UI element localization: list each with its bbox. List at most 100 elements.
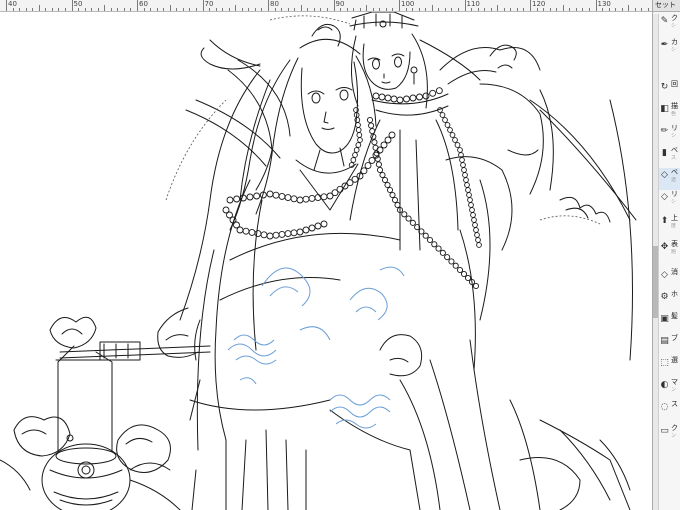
tool-label: ブ — [671, 334, 678, 342]
ruler-tick — [346, 8, 348, 11]
tool-item[interactable]: ◐ マン — [659, 378, 680, 400]
tool-item[interactable]: ⚙ ホ — [659, 290, 680, 312]
tool-item[interactable]: ▭ クン — [659, 424, 680, 446]
select-icon: ⬚ — [660, 358, 669, 368]
ruler-label: 130 — [597, 0, 611, 8]
ruler-tick — [150, 8, 152, 11]
ruler-tick — [379, 8, 381, 11]
ruler-label: 100 — [401, 0, 415, 8]
eraser-icon: ◇ — [661, 192, 668, 202]
ruler-tick — [51, 8, 53, 11]
tool-item[interactable]: ▣ 髪 — [659, 312, 680, 334]
ruler-tick — [359, 8, 361, 11]
tool-label: 描 — [671, 102, 678, 110]
tool-item[interactable]: ▤ ブ — [659, 334, 680, 356]
ruler-tick — [431, 5, 433, 11]
ruler-tick — [25, 8, 27, 11]
ruler-tick — [169, 5, 171, 11]
pencil-icon: ✏ — [660, 126, 669, 136]
tool-item[interactable]: ◌ ス — [659, 400, 680, 422]
tool-item[interactable]: ⬚ 選 — [659, 356, 680, 378]
tool-item[interactable]: ◧ 描色 — [659, 102, 680, 124]
ruler-label: 60 — [139, 0, 148, 8]
ruler-tick — [12, 8, 14, 11]
tool-sublabel: シ — [671, 47, 677, 53]
eraser-icon: ◇ — [661, 170, 668, 180]
ruler-tick — [163, 8, 165, 11]
ruler-label: 110 — [466, 0, 480, 8]
ruler-tick — [543, 8, 545, 11]
tool-sublabel: シ — [671, 23, 677, 29]
brush-icon: ✎ — [660, 16, 669, 26]
ruler-tick — [320, 8, 322, 11]
tool-label: ベ — [671, 168, 678, 176]
ruler-tick — [425, 8, 427, 11]
ruler-label: 90 — [335, 0, 345, 8]
ruler-tick — [556, 8, 558, 11]
ruler-tick — [287, 8, 289, 11]
ruler-tick — [123, 8, 125, 11]
tool-item[interactable]: ✥ 表題 — [659, 240, 680, 262]
tool-label: 回 — [671, 80, 678, 88]
ruler-tick — [438, 8, 440, 11]
ruler-tick — [38, 5, 40, 11]
tool-item[interactable]: ◇ 消 — [659, 268, 680, 290]
ruler-tick — [497, 5, 499, 11]
tool-sublabel: シ — [671, 199, 677, 205]
ruler-tick — [326, 8, 328, 11]
ruler-tick — [143, 8, 145, 11]
tool-sublabel: 題 — [671, 249, 677, 255]
tool-item[interactable]: ▮ ベス — [659, 146, 680, 168]
ruler-tick — [274, 8, 276, 11]
ruler-tick — [228, 8, 230, 11]
ruler-label: 50 — [73, 0, 83, 8]
tool-item[interactable]: ⬆ 上度 — [659, 214, 680, 236]
ruler-tick — [294, 8, 296, 11]
ruler-tick — [104, 5, 106, 11]
tool-label: ベ — [671, 146, 678, 154]
tool-item[interactable]: ✒ カシ — [659, 38, 680, 60]
ruler-tick — [549, 8, 551, 11]
ruler-tick — [641, 8, 643, 11]
ruler-tick — [372, 8, 374, 11]
tool-item[interactable]: ✏ リシ — [659, 124, 680, 146]
tool-label: ホ — [671, 290, 678, 298]
ruler-tick — [503, 8, 505, 11]
tool-sublabel: ン — [671, 433, 677, 439]
layer-icon: ▤ — [660, 336, 669, 346]
tool-label: 消 — [671, 268, 678, 276]
gear-icon: ⚙ — [660, 292, 669, 302]
tool-item[interactable]: ✎ クシ — [659, 14, 680, 36]
ruler-tick — [477, 8, 479, 11]
ruler-tick — [110, 8, 112, 11]
tool-label: 髪 — [671, 312, 678, 320]
ruler-tick — [569, 8, 571, 11]
ruler-tick — [91, 8, 93, 11]
ruler-label: 120 — [532, 0, 546, 8]
tool-sublabel: 色 — [671, 111, 677, 117]
ruler-tick — [307, 8, 309, 11]
ruler-tick — [628, 5, 630, 11]
ruler-tick — [137, 0, 138, 11]
ruler-tick — [588, 8, 590, 11]
ruler-tick — [353, 8, 355, 11]
tool-sublabel: ス — [671, 155, 677, 161]
ruler-tick — [156, 8, 158, 11]
drawing-canvas[interactable] — [0, 12, 652, 510]
move-arrows-icon: ✥ — [660, 242, 669, 252]
tool-label: リ — [671, 190, 678, 198]
ruler-tick — [615, 8, 617, 11]
ruler-tick — [32, 8, 34, 11]
tool-item[interactable]: ↻ 回 — [659, 80, 680, 102]
scrollbar-thumb[interactable] — [653, 246, 658, 318]
ruler-tick — [222, 8, 224, 11]
tool-item[interactable]: ◇ ベ透 — [659, 168, 680, 190]
panel-header-tab[interactable]: セット — [653, 0, 680, 12]
tool-label: 上 — [671, 214, 678, 222]
selection-icon: ▣ — [660, 314, 669, 324]
tool-item[interactable]: ◇ リシ — [659, 190, 680, 212]
ruler-tick — [595, 0, 597, 11]
ruler-tick — [340, 8, 342, 11]
ruler-tick — [471, 8, 473, 11]
mask-icon: ◐ — [660, 380, 669, 390]
